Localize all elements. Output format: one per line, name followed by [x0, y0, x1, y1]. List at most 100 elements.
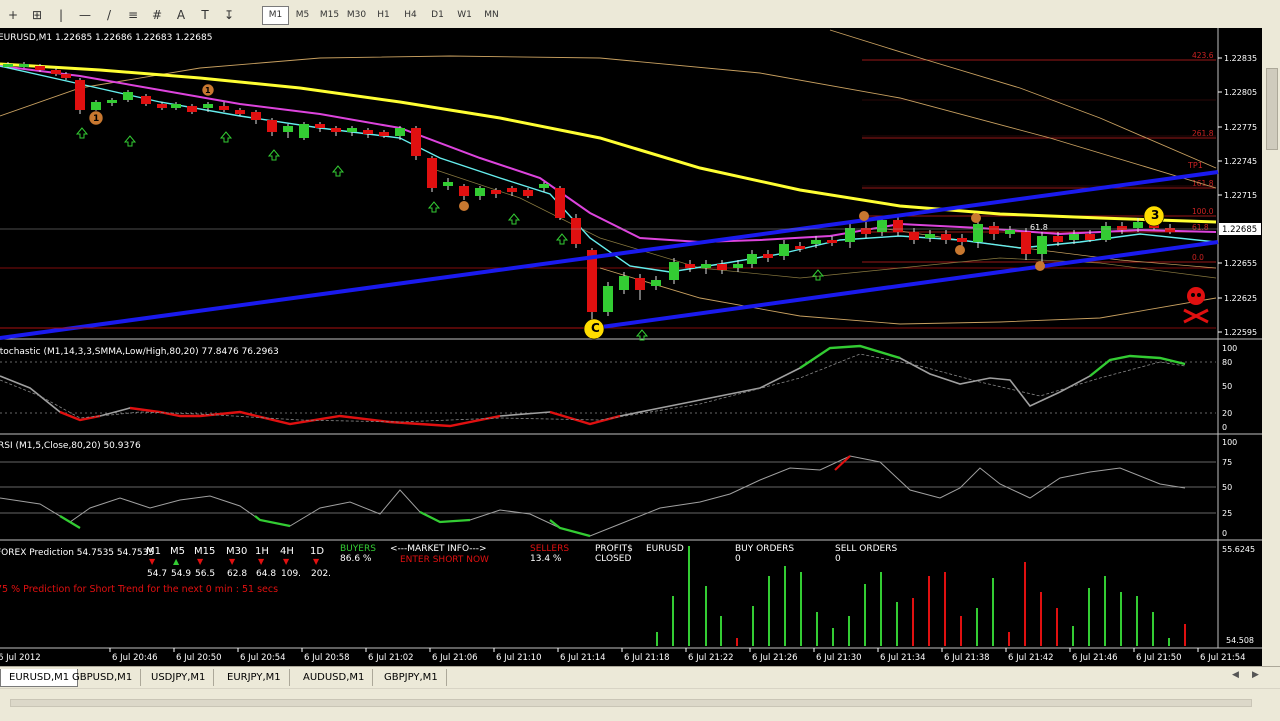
small-marker-icon: [971, 213, 981, 223]
forex-tf-value: 64.8: [256, 569, 276, 579]
circle-marker-label: 1: [93, 114, 99, 124]
candle-body: [203, 104, 213, 108]
candle-body: [1069, 234, 1079, 240]
scrollbar-thumb[interactable]: [1266, 68, 1278, 150]
volume-bar: [1008, 632, 1010, 646]
chart-tabs: EURUSD,M1 GBPUSD,M1 USDJPY,M1 EURJPY,M1 …: [0, 666, 1280, 689]
text-tool-icon[interactable]: A: [170, 6, 192, 24]
horizontal-scrollbar[interactable]: [10, 699, 1252, 707]
market-info-label: <---MARKET INFO--->: [390, 544, 487, 554]
forex-direction-icon: ▼: [229, 557, 236, 566]
price-label: 1.22655: [1224, 259, 1257, 268]
volume-bar: [768, 576, 770, 646]
crosshair-tool-icon[interactable]: +: [2, 6, 24, 24]
timeframe-d1-button[interactable]: D1: [424, 6, 451, 25]
candle-body: [989, 226, 999, 234]
fib-level-label: 100.0: [1192, 207, 1214, 216]
candle-body: [893, 220, 903, 232]
volume-bar: [976, 608, 978, 646]
trendline-tool-icon[interactable]: /: [98, 6, 120, 24]
timeframe-h1-button[interactable]: H1: [370, 6, 397, 25]
symbol-label: EURUSD: [646, 544, 684, 554]
tab-scroll-left-icon[interactable]: ◀: [1232, 670, 1239, 680]
candle-body: [141, 96, 151, 104]
time-label: 6 Jul 20:46: [112, 653, 158, 663]
time-label: 6 Jul 2012: [0, 653, 41, 663]
candle-body: [395, 128, 405, 136]
prediction-text: 75 % Prediction for Short Trend for the …: [0, 584, 278, 595]
channel-tool-icon[interactable]: ≡: [122, 6, 144, 24]
forex-direction-icon: ▼: [149, 557, 156, 566]
timeframe-m30-button[interactable]: M30: [343, 6, 370, 25]
candle-body: [811, 240, 821, 244]
candle-body: [187, 106, 197, 112]
candle-body: [1037, 236, 1047, 254]
timeframe-m5-button[interactable]: M5: [289, 6, 316, 25]
volume-bar: [912, 598, 914, 646]
closed-label: CLOSED: [595, 554, 631, 564]
tab-audusd[interactable]: AUDUSD,M1: [295, 669, 374, 686]
candle-body: [795, 246, 805, 249]
zoom-tool-icon[interactable]: ⊞: [26, 6, 48, 24]
forex-direction-icon: ▼: [313, 557, 320, 566]
vertical-scrollbar[interactable]: [1262, 28, 1280, 670]
candle-body: [251, 112, 261, 120]
time-label: 6 Jul 21:50: [1136, 653, 1182, 663]
candle-body: [1133, 222, 1143, 228]
chart-window[interactable]: EURUSD,M1 1.22685 1.22686 1.22683 1.2268…: [0, 28, 1262, 666]
timeframe-m1-button[interactable]: M1: [262, 6, 289, 25]
arrows-tool-icon[interactable]: ↧: [218, 6, 240, 24]
timeframe-m15-button[interactable]: M15: [316, 6, 343, 25]
stochastic-header: Stochastic (M1,14,3,3,SMMA,Low/High,80,2…: [0, 347, 279, 357]
tab-gbpjpy[interactable]: GBPJPY,M1: [376, 669, 447, 686]
forex-tf-label: M5: [170, 546, 185, 557]
tab-gbpusd[interactable]: GBPUSD,M1: [64, 669, 142, 686]
buyers-value: 86.6 %: [340, 554, 372, 564]
volume-bar: [848, 616, 850, 646]
rsi-scale-label: 50: [1222, 483, 1232, 492]
candle-body: [427, 158, 437, 188]
forex-direction-icon: ▲: [173, 557, 180, 566]
small-marker-icon: [859, 211, 869, 221]
skull-eye: [1197, 293, 1201, 297]
stoch-scale-label: 20: [1222, 409, 1232, 418]
forex-tf-label: 1H: [255, 546, 269, 557]
time-label: 6 Jul 20:50: [176, 653, 222, 663]
candle-body: [235, 110, 245, 114]
vertical-line-tool-icon[interactable]: |: [50, 6, 72, 24]
candle-body: [443, 182, 453, 186]
tab-scroll-right-icon[interactable]: ▶: [1252, 670, 1259, 680]
timeframe-mn-button[interactable]: MN: [478, 6, 505, 25]
candle-body: [411, 128, 421, 156]
fibonacci-tool-icon[interactable]: #: [146, 6, 168, 24]
timeframe-w1-button[interactable]: W1: [451, 6, 478, 25]
horizontal-line-tool-icon[interactable]: —: [74, 6, 96, 24]
circle-marker-label: 1: [205, 86, 211, 95]
time-label: 6 Jul 21:30: [816, 653, 862, 663]
volume-bar: [752, 606, 754, 646]
volume-bar: [960, 616, 962, 646]
candle-body: [51, 70, 61, 74]
time-label: 6 Jul 21:14: [560, 653, 606, 663]
candle-body: [701, 264, 711, 268]
volume-bar: [800, 572, 802, 646]
candle-body: [491, 190, 501, 194]
tab-usdjpy[interactable]: USDJPY,M1: [143, 669, 215, 686]
volume-bar: [656, 632, 658, 646]
buy-orders-label: BUY ORDERS: [735, 544, 794, 554]
volume-bar: [736, 638, 738, 646]
candle-body: [299, 124, 309, 138]
candle-body: [1005, 230, 1015, 234]
label-tool-icon[interactable]: T: [194, 6, 216, 24]
candle-body: [507, 188, 517, 192]
forex-scale-top: 55.6245: [1222, 545, 1255, 554]
volume-bar: [1104, 576, 1106, 646]
tab-eurjpy[interactable]: EURJPY,M1: [219, 669, 290, 686]
candle-body: [1101, 226, 1111, 240]
time-label: 6 Jul 21:38: [944, 653, 990, 663]
candle-body: [827, 240, 837, 243]
timeframe-h4-button[interactable]: H4: [397, 6, 424, 25]
rsi-scale-label: 25: [1222, 509, 1232, 518]
volume-bar: [1088, 588, 1090, 646]
volume-bar: [672, 596, 674, 646]
